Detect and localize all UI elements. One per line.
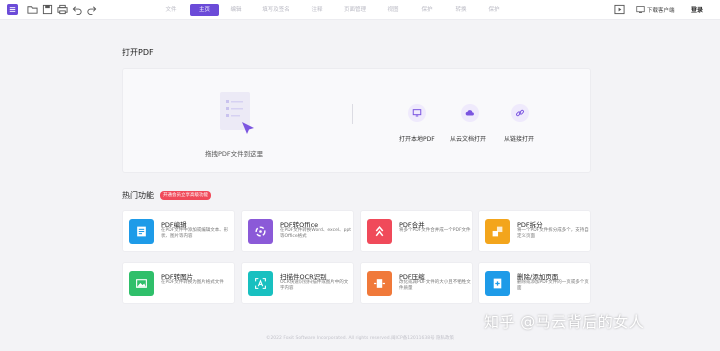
menu-file[interactable]: 文件: [160, 4, 182, 16]
play-icon[interactable]: [614, 4, 625, 15]
edit-doc-icon: [129, 219, 154, 244]
menu-convert[interactable]: 转换: [450, 4, 472, 16]
link-icon: [516, 109, 524, 117]
compress-icon: [367, 271, 392, 296]
feature-desc: 改化或减PDF文件的大小且不牺牲文件质量: [399, 280, 471, 291]
split-icon: [485, 219, 510, 244]
document-drop-icon: [220, 92, 254, 134]
feature-card-pdf-split[interactable]: PDF拆分 将一个PDF文件拆分成多个，支持自定义页面: [478, 210, 591, 252]
feature-card-add-delete-page[interactable]: 删除/添加页面 删除或添加PDF文件的一页或多个页面: [478, 262, 591, 304]
open-link-button[interactable]: [511, 104, 529, 122]
menu-page-manage[interactable]: 页面管理: [338, 4, 372, 16]
print-icon[interactable]: [57, 4, 68, 15]
feature-desc: 在PDF文件转换Word、excel、ppt等Office格式: [280, 228, 352, 239]
feature-desc: 删除或添加PDF文件的一页或多个页面: [517, 280, 589, 291]
redo-icon[interactable]: [86, 4, 97, 15]
feature-card-pdf-merge[interactable]: PDF合并 将多个PDF文件合并成一个PDF文件: [360, 210, 473, 252]
menu-comment[interactable]: 注释: [306, 4, 328, 16]
image-icon: [129, 271, 154, 296]
ocr-icon: [248, 271, 273, 296]
feature-card-ocr[interactable]: 扫描件OCR识别 OCR快速识别扫描件或图片中的文字内容: [241, 262, 354, 304]
menu-fill-sign[interactable]: 填写及签名: [258, 4, 294, 16]
vip-badge[interactable]: 开通会员立享高级功能: [160, 191, 211, 200]
monitor-icon: [412, 109, 422, 117]
menu-home[interactable]: 主页: [190, 4, 219, 16]
feature-desc: 在PDF文件转换为图片格式文件: [161, 280, 224, 285]
app-menu-icon[interactable]: [7, 4, 18, 15]
download-client-button[interactable]: 下载客户端: [636, 5, 675, 14]
drop-zone[interactable]: [218, 88, 260, 136]
feature-card-pdf-edit[interactable]: PDF编辑 在PDF文件中添加或编辑文本、形状、图片等内容: [122, 210, 235, 252]
add-page-icon: [485, 271, 510, 296]
menu-edit[interactable]: 编辑: [224, 4, 248, 16]
open-cloud-button[interactable]: [461, 104, 479, 122]
feature-desc: 在PDF文件中添加或编辑文本、形状、图片等内容: [161, 228, 229, 239]
save-icon[interactable]: [42, 4, 53, 15]
feature-card-pdf-to-office[interactable]: PDF转Office 在PDF文件转换Word、excel、ppt等Office…: [241, 210, 354, 252]
top-bar: 文件 主页 编辑 填写及签名 注释 页面管理 视图 保护 转换 保护 下载客户端…: [0, 0, 720, 20]
feature-desc: OCR快速识别扫描件或图片中的文字内容: [280, 280, 349, 291]
feature-desc: 将一个PDF文件拆分成多个，支持自定义页面: [517, 228, 589, 239]
menu-protect-2[interactable]: 保护: [483, 4, 505, 16]
menu-protect[interactable]: 保护: [416, 4, 438, 16]
cloud-icon: [465, 110, 474, 116]
open-link-label[interactable]: 从链接打开: [504, 134, 534, 143]
zhihu-watermark: 知乎 @马云背后的女人: [484, 313, 645, 331]
open-cloud-label[interactable]: 从云文档打开: [450, 134, 486, 143]
login-button[interactable]: 登录: [691, 5, 703, 14]
convert-icon: [248, 219, 273, 244]
feature-card-pdf-to-image[interactable]: PDF转图片 在PDF文件转换为图片格式文件: [122, 262, 235, 304]
footer-copyright: ©2022 Foxit Software Incorporated. All r…: [265, 336, 455, 341]
open-local-label[interactable]: 打开本地PDF: [399, 134, 435, 143]
open-local-button[interactable]: [408, 104, 426, 122]
open-pdf-title: 打开PDF: [122, 48, 154, 57]
download-icon: [636, 6, 645, 13]
merge-icon: [367, 219, 392, 244]
open-divider: [352, 104, 353, 124]
open-folder-icon[interactable]: [27, 4, 38, 15]
feature-card-pdf-compress[interactable]: PDF压缩 改化或减PDF文件的大小且不牺牲文件质量: [360, 262, 473, 304]
drop-zone-label: 拖拽PDF文件到这里: [205, 150, 264, 158]
hot-functions-title: 热门功能: [122, 191, 154, 200]
download-client-label: 下载客户端: [647, 7, 675, 14]
undo-icon[interactable]: [72, 4, 83, 15]
feature-desc: 将多个PDF文件合并成一个PDF文件: [399, 228, 471, 233]
menu-view[interactable]: 视图: [382, 4, 404, 16]
